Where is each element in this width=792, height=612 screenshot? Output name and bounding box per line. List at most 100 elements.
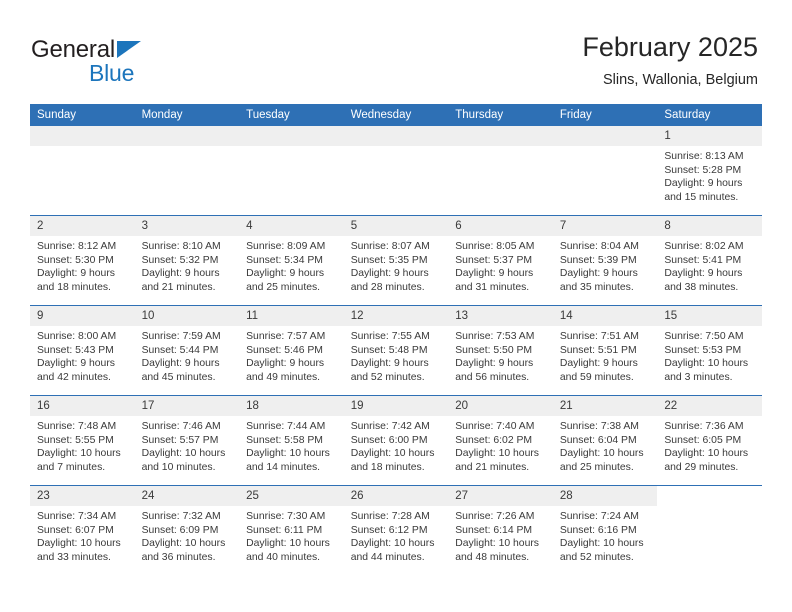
day-cell-inner: 21 Sunrise: 7:38 AM Sunset: 6:04 PM Dayligh… (552, 396, 658, 485)
sunset-text: Sunset: 5:34 PM (246, 254, 323, 266)
daylight-text-line1: Daylight: 9 hours (455, 268, 534, 280)
sunset-text: Sunset: 5:57 PM (141, 434, 219, 446)
day-cell-inner: 19 Sunrise: 7:42 AM Sunset: 6:00 PM Dayligh… (343, 396, 449, 485)
day-cell-inner: 20 Sunrise: 7:40 AM Sunset: 6:02 PM Dayligh… (448, 396, 553, 485)
calendar-day-cell[interactable]: 22 Sunrise: 7:36 AM Sunset: 6:05 PM Dayligh… (657, 395, 762, 486)
calendar-day-cell[interactable]: 14 Sunrise: 7:51 AM Sunset: 5:51 PM Dayligh… (552, 305, 658, 396)
calendar-day-cell[interactable]: 25 Sunrise: 7:30 AM Sunset: 6:11 PM Dayligh… (239, 485, 344, 575)
daylight-text-line2: and 10 minutes. (141, 461, 216, 473)
daylight-text-line1: Daylight: 10 hours (350, 538, 435, 550)
daylight-text-line2: and 21 minutes. (455, 461, 530, 473)
day-number: 14 (552, 306, 658, 326)
calendar-day-cell[interactable]: 20 Sunrise: 7:40 AM Sunset: 6:02 PM Dayligh… (448, 395, 553, 486)
calendar-day-cell[interactable]: 7 Sunrise: 8:04 AM Sunset: 5:39 PM Daylight… (552, 215, 658, 306)
day-details: Sunrise: 7:44 AM Sunset: 5:58 PM Daylight:… (239, 416, 344, 474)
calendar-day-cell[interactable]: 4 Sunrise: 8:09 AM Sunset: 5:34 PM Daylight… (239, 215, 344, 306)
day-number: 20 (448, 396, 553, 416)
sunrise-text: Sunrise: 7:34 AM (37, 511, 117, 522)
calendar-day-cell[interactable]: 11 Sunrise: 7:57 AM Sunset: 5:46 PM Dayligh… (239, 305, 344, 396)
weekday-header-wednesday: Wednesday (343, 104, 449, 126)
sunset-text: Sunset: 5:53 PM (664, 344, 742, 356)
day-details: Sunrise: 7:55 AM Sunset: 5:48 PM Daylight:… (344, 326, 449, 384)
calendar-day-cell-empty (343, 126, 449, 216)
calendar-day-cell[interactable]: 27 Sunrise: 7:26 AM Sunset: 6:14 PM Dayligh… (448, 485, 553, 575)
calendar-day-cell[interactable]: 26 Sunrise: 7:28 AM Sunset: 6:12 PM Dayligh… (343, 485, 449, 575)
calendar-day-cell[interactable]: 15 Sunrise: 7:50 AM Sunset: 5:53 PM Dayligh… (657, 305, 762, 396)
calendar-day-cell[interactable]: 19 Sunrise: 7:42 AM Sunset: 6:00 PM Dayligh… (343, 395, 449, 486)
sunrise-text: Sunrise: 7:42 AM (350, 421, 430, 432)
calendar-day-cell[interactable]: 9 Sunrise: 8:00 AM Sunset: 5:43 PM Daylight… (30, 305, 135, 396)
daylight-text-line1: Daylight: 9 hours (559, 358, 638, 370)
calendar-day-cell[interactable]: 6 Sunrise: 8:05 AM Sunset: 5:37 PM Daylight… (448, 215, 553, 306)
title-block: February 2025 Slins, Wallonia, Belgium (582, 32, 758, 90)
daylight-text-line1: Daylight: 9 hours (350, 358, 429, 370)
daylight-text-line1: Daylight: 10 hours (246, 448, 330, 460)
sunset-text: Sunset: 6:11 PM (246, 524, 323, 536)
calendar-head: Sunday Monday Tuesday Wednesday Thursday… (30, 104, 762, 126)
day-number: 28 (552, 486, 658, 506)
calendar-day-cell-empty (448, 126, 553, 216)
calendar-day-cell[interactable]: 16 Sunrise: 7:48 AM Sunset: 5:55 PM Dayligh… (30, 395, 135, 486)
daylight-text-line2: and 38 minutes. (664, 281, 739, 293)
day-number: 21 (552, 396, 658, 416)
triangle-icon (117, 41, 141, 58)
day-cell-inner: 1 Sunrise: 8:13 AM Sunset: 5:28 PM Daylight… (657, 126, 762, 215)
day-details: Sunrise: 7:38 AM Sunset: 6:04 PM Daylight:… (553, 416, 658, 474)
daylight-text-line1: Daylight: 10 hours (559, 538, 644, 550)
calendar-day-cell[interactable]: 18 Sunrise: 7:44 AM Sunset: 5:58 PM Dayligh… (239, 395, 344, 486)
calendar-day-cell[interactable]: 8 Sunrise: 8:02 AM Sunset: 5:41 PM Daylight… (657, 215, 762, 306)
day-number (657, 486, 762, 506)
sunrise-text: Sunrise: 7:38 AM (559, 421, 639, 432)
daylight-text-line2: and 40 minutes. (246, 551, 321, 563)
calendar-day-cell[interactable]: 5 Sunrise: 8:07 AM Sunset: 5:35 PM Daylight… (343, 215, 449, 306)
sunset-text: Sunset: 6:12 PM (350, 524, 428, 536)
page-header: General Blue February 2025 Slins, Wallon… (0, 0, 792, 100)
sunrise-text: Sunrise: 7:26 AM (455, 511, 535, 522)
calendar-day-cell[interactable]: 24 Sunrise: 7:32 AM Sunset: 6:09 PM Dayligh… (134, 485, 240, 575)
day-details: Sunrise: 7:48 AM Sunset: 5:55 PM Daylight:… (30, 416, 135, 474)
day-details: Sunrise: 7:26 AM Sunset: 6:14 PM Daylight:… (448, 506, 553, 564)
calendar-day-cell[interactable]: 13 Sunrise: 7:53 AM Sunset: 5:50 PM Dayligh… (448, 305, 553, 396)
day-cell-inner: 15 Sunrise: 7:50 AM Sunset: 5:53 PM Dayligh… (657, 306, 762, 395)
calendar-day-cell[interactable]: 2 Sunrise: 8:12 AM Sunset: 5:30 PM Daylight… (30, 215, 135, 306)
day-details: Sunrise: 7:50 AM Sunset: 5:53 PM Daylight:… (657, 326, 762, 384)
daylight-text-line1: Daylight: 9 hours (246, 358, 325, 370)
sunrise-text: Sunrise: 8:07 AM (350, 241, 430, 252)
calendar-day-cell[interactable]: 23 Sunrise: 7:34 AM Sunset: 6:07 PM Dayligh… (30, 485, 135, 575)
daylight-text-line1: Daylight: 9 hours (350, 268, 429, 280)
calendar-day-cell[interactable]: 3 Sunrise: 8:10 AM Sunset: 5:32 PM Daylight… (134, 215, 240, 306)
sunset-text: Sunset: 5:43 PM (37, 344, 114, 356)
calendar-day-cell[interactable]: 1 Sunrise: 8:13 AM Sunset: 5:28 PM Daylight… (657, 126, 762, 216)
day-number: 10 (134, 306, 240, 326)
day-number: 27 (448, 486, 553, 506)
calendar-day-cell[interactable]: 28 Sunrise: 7:24 AM Sunset: 6:16 PM Dayligh… (552, 485, 658, 575)
daylight-text-line1: Daylight: 10 hours (455, 448, 539, 460)
day-cell-inner: 17 Sunrise: 7:46 AM Sunset: 5:57 PM Dayligh… (134, 396, 240, 485)
sunrise-text: Sunrise: 8:04 AM (559, 241, 639, 252)
daylight-text-line2: and 28 minutes. (350, 281, 425, 293)
calendar-day-cell[interactable]: 17 Sunrise: 7:46 AM Sunset: 5:57 PM Dayligh… (134, 395, 240, 486)
day-details: Sunrise: 7:53 AM Sunset: 5:50 PM Daylight:… (448, 326, 553, 384)
day-details: Sunrise: 8:12 AM Sunset: 5:30 PM Daylight:… (30, 236, 135, 294)
sunset-text: Sunset: 6:16 PM (559, 524, 637, 536)
calendar-day-cell[interactable]: 21 Sunrise: 7:38 AM Sunset: 6:04 PM Dayligh… (552, 395, 658, 486)
day-details: Sunrise: 8:09 AM Sunset: 5:34 PM Daylight:… (239, 236, 344, 294)
day-details: Sunrise: 7:36 AM Sunset: 6:05 PM Daylight:… (657, 416, 762, 474)
day-cell-inner (552, 126, 658, 215)
sunset-text: Sunset: 5:39 PM (559, 254, 637, 266)
day-cell-inner: 24 Sunrise: 7:32 AM Sunset: 6:09 PM Dayligh… (134, 486, 240, 575)
sunrise-text: Sunrise: 7:44 AM (246, 421, 326, 432)
calendar-day-cell[interactable]: 10 Sunrise: 7:59 AM Sunset: 5:44 PM Dayligh… (134, 305, 240, 396)
calendar-day-cell[interactable]: 12 Sunrise: 7:55 AM Sunset: 5:48 PM Dayligh… (343, 305, 449, 396)
sunset-text: Sunset: 6:02 PM (455, 434, 533, 446)
day-number: 1 (657, 126, 762, 146)
generalblue-logo[interactable]: General Blue (31, 36, 221, 86)
day-number: 11 (239, 306, 344, 326)
sunrise-text: Sunrise: 7:30 AM (246, 511, 326, 522)
daylight-text-line2: and 56 minutes. (455, 371, 530, 383)
sunset-text: Sunset: 6:14 PM (455, 524, 533, 536)
day-number: 25 (239, 486, 344, 506)
weekday-header-monday: Monday (134, 104, 240, 126)
weekday-header-thursday: Thursday (448, 104, 553, 126)
sunset-text: Sunset: 5:48 PM (350, 344, 428, 356)
